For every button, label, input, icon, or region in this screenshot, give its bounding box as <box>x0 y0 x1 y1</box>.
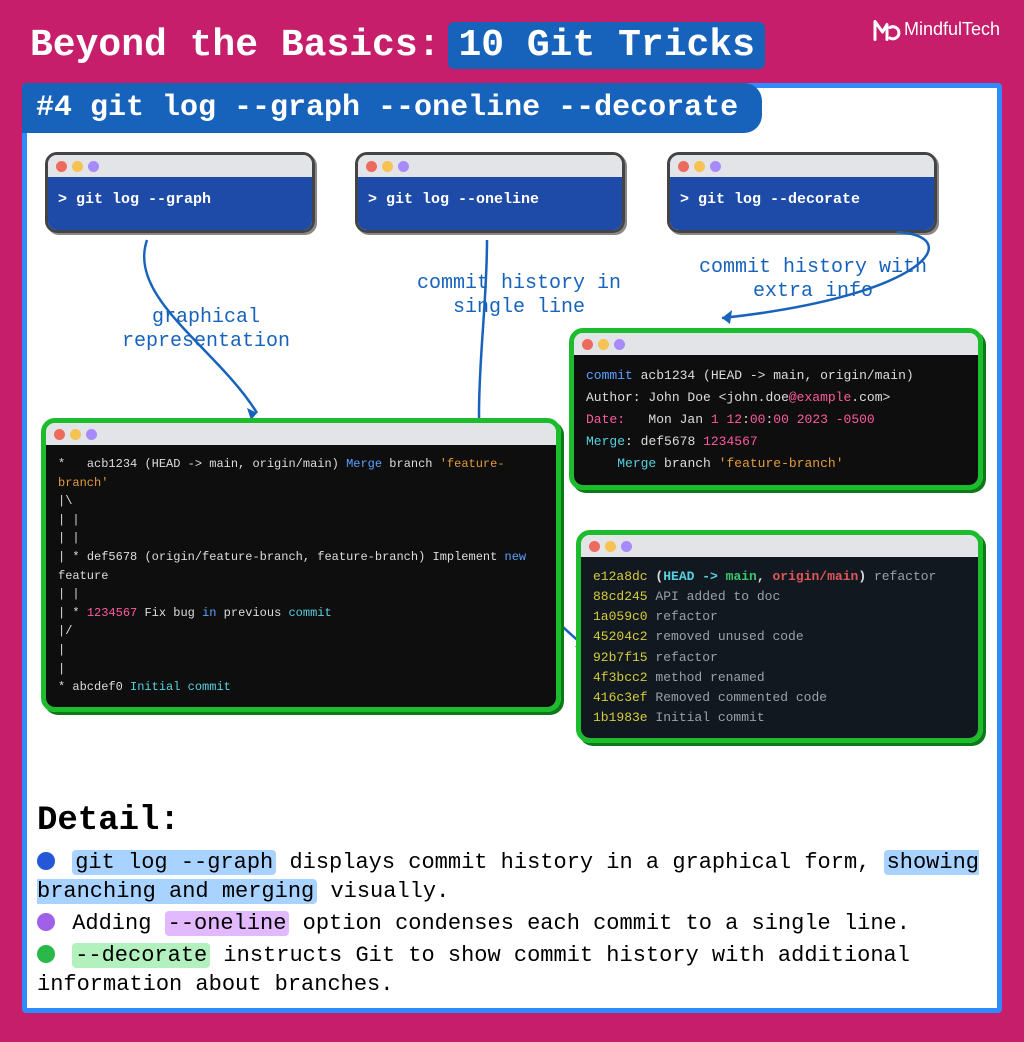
oneline-row: 88cd245 API added to doc <box>593 587 966 607</box>
page-title: Beyond the Basics: 10 Git Tricks <box>0 0 1024 69</box>
brand-logo: MindfulTech <box>872 14 1000 44</box>
cmd-window-graph: > git log --graph <box>45 152 315 233</box>
logo-icon <box>872 14 902 44</box>
content-card: #4 git log --graph --oneline --decorate … <box>22 83 1002 1013</box>
cmd-window-oneline: > git log --oneline <box>355 152 625 233</box>
terminal-graph-output: * acb1234 (HEAD -> main, origin/main) Me… <box>41 418 561 712</box>
oneline-row: 92b7f15 refactor <box>593 648 966 668</box>
oneline-row: 45204c2 removed unused code <box>593 627 966 647</box>
annotation-oneline: commit history in single line <box>417 272 621 320</box>
terminal-oneline-output: e12a8dc (HEAD -> main, origin/main) refa… <box>576 530 983 743</box>
bullet-blue-icon <box>37 852 55 870</box>
cmd-text-graph: > git log --graph <box>48 177 312 230</box>
cmd-text-oneline: > git log --oneline <box>358 177 622 230</box>
cmd-window-decorate: > git log --decorate <box>667 152 937 233</box>
oneline-row: 1b1983e Initial commit <box>593 708 966 728</box>
cmd-text-decorate: > git log --decorate <box>670 177 934 230</box>
bullet-green-icon <box>37 945 55 963</box>
oneline-row: 1a059c0 refactor <box>593 607 966 627</box>
annotation-graph: graphical representation <box>122 306 290 354</box>
oneline-row: e12a8dc (HEAD -> main, origin/main) refa… <box>593 567 966 587</box>
detail-heading: Detail: <box>37 802 987 840</box>
terminal-decorate-output: commit acb1234 (HEAD -> main, origin/mai… <box>569 328 983 490</box>
detail-line-2: Adding --oneline option condenses each c… <box>37 909 987 939</box>
title-plain: Beyond the Basics: <box>30 24 440 67</box>
detail-section: Detail: git log --graph displays commit … <box>37 802 987 1002</box>
detail-line-1: git log --graph displays commit history … <box>37 848 987 907</box>
oneline-row: 416c3ef Removed commented code <box>593 688 966 708</box>
detail-line-3: --decorate instructs Git to show commit … <box>37 941 987 1000</box>
oneline-row: 4f3bcc2 method renamed <box>593 668 966 688</box>
bullet-purple-icon <box>37 913 55 931</box>
title-highlight: 10 Git Tricks <box>448 22 764 69</box>
logo-text: MindfulTech <box>904 19 1000 40</box>
annotation-decorate: commit history with extra info <box>699 256 927 304</box>
